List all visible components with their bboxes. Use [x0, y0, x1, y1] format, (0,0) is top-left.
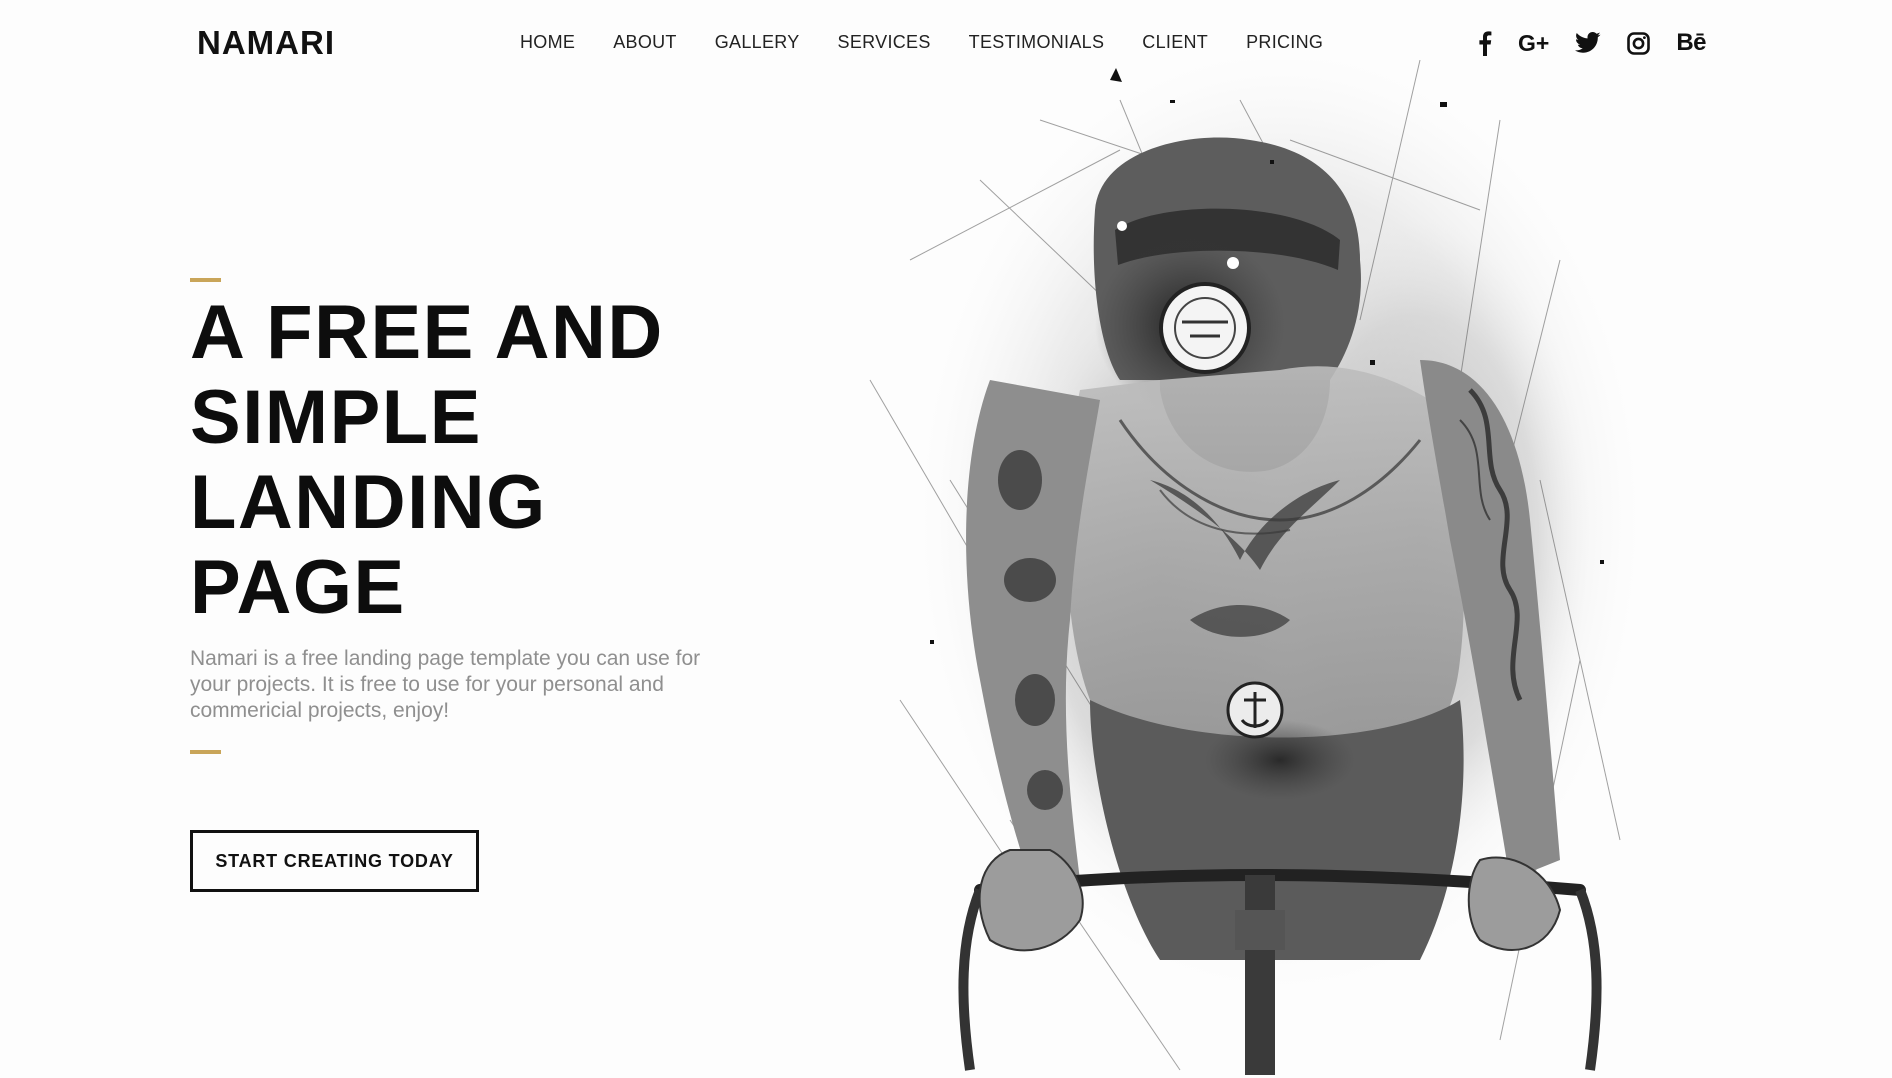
nav-item-pricing[interactable]: PRICING: [1246, 32, 1323, 53]
nav-item-services[interactable]: SERVICES: [838, 32, 931, 53]
accent-bar-bottom: [190, 750, 221, 754]
behance-icon[interactable]: Bē: [1676, 28, 1706, 58]
nav-item-client[interactable]: CLIENT: [1142, 32, 1208, 53]
twitter-icon[interactable]: [1575, 28, 1601, 58]
google-plus-icon[interactable]: G+: [1518, 28, 1549, 58]
nav-item-testimonials[interactable]: TESTIMONIALS: [969, 32, 1105, 53]
hero-title-line-3: LANDING: [190, 460, 547, 545]
behance-label: Bē: [1676, 29, 1707, 56]
landing-page: NAMARI HOME ABOUT GALLERY SERVICES TESTI…: [0, 0, 1892, 1078]
hero-title-line-1: A FREE AND: [190, 290, 664, 375]
hero-title-line-4: PAGE: [190, 545, 406, 630]
accent-bar-top: [190, 278, 221, 282]
nav-item-about[interactable]: ABOUT: [613, 32, 677, 53]
hero-title-line-2: SIMPLE: [190, 375, 482, 460]
nav-item-gallery[interactable]: GALLERY: [715, 32, 800, 53]
main-nav: HOME ABOUT GALLERY SERVICES TESTIMONIALS…: [520, 32, 1361, 53]
start-creating-button[interactable]: START CREATING TODAY: [190, 830, 479, 892]
social-links: G+ Bē: [1478, 28, 1732, 58]
facebook-icon[interactable]: [1478, 28, 1492, 58]
hero-description: Namari is a free landing page template y…: [190, 647, 701, 722]
google-plus-label: G+: [1518, 29, 1550, 56]
brand-logo[interactable]: NAMARI: [197, 24, 335, 62]
nav-item-home[interactable]: HOME: [520, 32, 575, 53]
tattooed-cyclist-illustration: [869, 60, 1640, 1075]
instagram-icon[interactable]: [1627, 28, 1651, 58]
hero-title: A FREE AND SIMPLE LANDING PAGE: [190, 290, 750, 630]
